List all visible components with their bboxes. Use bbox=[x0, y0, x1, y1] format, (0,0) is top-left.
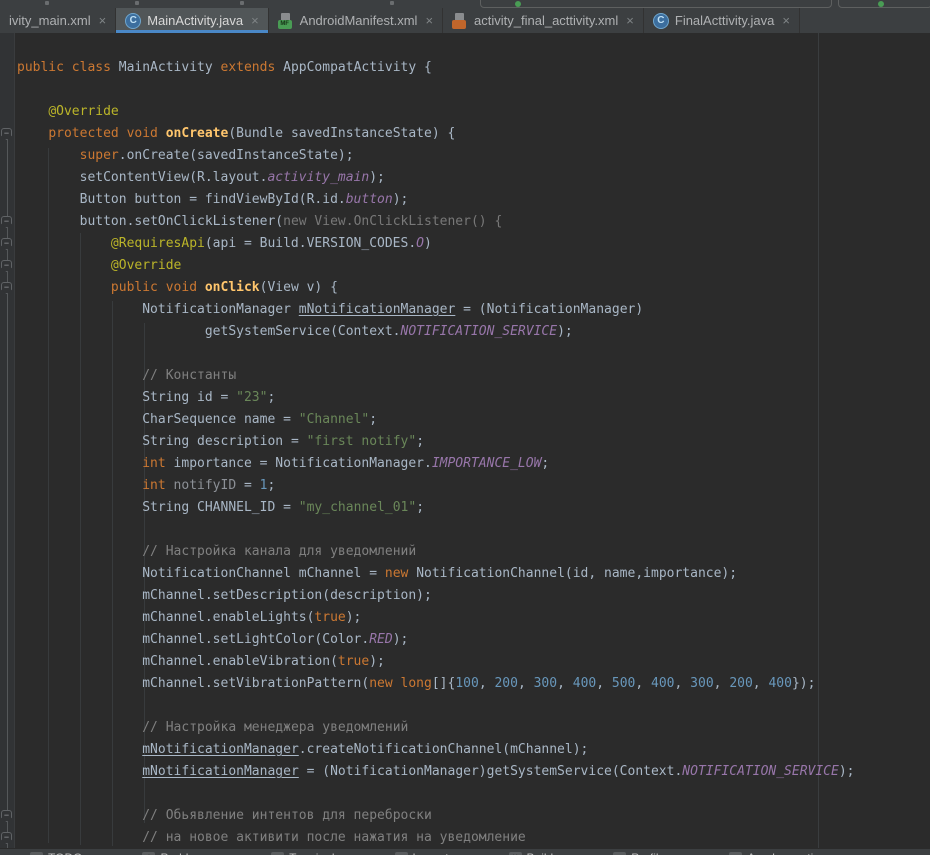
tool-window-button-profiler[interactable]: ◔ Profiler bbox=[613, 851, 669, 855]
tool-window-button-logcat[interactable]: ▤ Logcat bbox=[395, 851, 449, 855]
editor-tab-mainactivity-java[interactable]: C MainActivity.java × bbox=[116, 8, 268, 33]
code-line-11: public void onClick(View v) { bbox=[17, 277, 855, 299]
code-line-34 bbox=[17, 783, 855, 805]
app-inspection-icon: ▣ bbox=[729, 852, 742, 855]
fold-marker-icon[interactable]: − bbox=[1, 128, 12, 140]
tool-window-button-app-inspection[interactable]: ▣ App Inspection bbox=[729, 851, 826, 855]
code-text[interactable]: public class MainActivity extends AppCom… bbox=[17, 57, 855, 848]
code-line-22 bbox=[17, 519, 855, 541]
todo-icon: ≡ bbox=[30, 852, 43, 855]
tool-window-button-todo[interactable]: ≡ TODO bbox=[30, 851, 82, 855]
code-line-19: int importance = NotificationManager.IMP… bbox=[17, 453, 855, 475]
code-line-10: @Override bbox=[17, 255, 855, 277]
code-line-14 bbox=[17, 343, 855, 365]
code-line-28: mChannel.enableVibration(true); bbox=[17, 651, 855, 673]
tool-window-button-build[interactable]: ⚒ Build bbox=[509, 851, 554, 855]
code-line-29: mChannel.setVibrationPattern(new long[]{… bbox=[17, 673, 855, 695]
code-line-24: NotificationChannel mChannel = new Notif… bbox=[17, 563, 855, 585]
code-line-21: String CHANNEL_ID = "my_channel_01"; bbox=[17, 497, 855, 519]
toolbar-icon[interactable] bbox=[45, 1, 49, 5]
code-line-4: protected void onCreate(Bundle savedInst… bbox=[17, 123, 855, 145]
fold-marker-icon[interactable]: − bbox=[1, 282, 12, 294]
tab-close-icon[interactable]: × bbox=[425, 14, 433, 27]
code-line-33: mNotificationManager = (NotificationMana… bbox=[17, 761, 855, 783]
code-line-7: Button button = findViewById(R.id.button… bbox=[17, 189, 855, 211]
editor-tab-bar: ivity_main.xml × C MainActivity.java × MF Andr… bbox=[0, 8, 930, 33]
code-line-3: @Override bbox=[17, 101, 855, 123]
code-editor[interactable]: − − − − − − − public class MainActivity extend… bbox=[0, 33, 930, 848]
code-line-23: // Настройка канала для уведомлений bbox=[17, 541, 855, 563]
fold-marker-icon[interactable]: − bbox=[1, 238, 12, 250]
tab-close-icon[interactable]: × bbox=[626, 14, 634, 27]
toolbar-icon[interactable] bbox=[240, 1, 244, 5]
tool-window-label: Problems bbox=[160, 851, 211, 855]
code-line-27: mChannel.setLightColor(Color.RED); bbox=[17, 629, 855, 651]
toolbar-icon[interactable] bbox=[135, 1, 139, 5]
code-line-31: // Настройка менеджера уведомлений bbox=[17, 717, 855, 739]
tool-window-label: Profiler bbox=[631, 851, 669, 855]
code-line-18: String description = "first notify"; bbox=[17, 431, 855, 453]
java-class-icon: C bbox=[653, 13, 669, 29]
tab-close-icon[interactable]: × bbox=[251, 14, 259, 27]
code-line-6: setContentView(R.layout.activity_main); bbox=[17, 167, 855, 189]
tool-window-button-terminal[interactable]: > Terminal bbox=[271, 851, 334, 855]
fold-marker-icon[interactable]: − bbox=[1, 260, 12, 272]
build-icon: ⚒ bbox=[509, 852, 522, 855]
tab-label: activity_final_acttivity.xml bbox=[474, 13, 618, 28]
toolbar-icon[interactable] bbox=[390, 1, 394, 5]
code-line-8: button.setOnClickListener(new View.OnCli… bbox=[17, 211, 855, 233]
terminal-icon: > bbox=[271, 852, 284, 855]
code-line-15: // Константы bbox=[17, 365, 855, 387]
code-line-9: @RequiresApi(api = Build.VERSION_CODES.O… bbox=[17, 233, 855, 255]
run-config-combo[interactable] bbox=[480, 0, 832, 8]
code-line-5: super.onCreate(savedInstanceState); bbox=[17, 145, 855, 167]
editor-tab-activity-final-acttivity-xml[interactable]: activity_final_acttivity.xml × bbox=[443, 8, 644, 33]
editor-tab-androidmanifest-xml[interactable]: MF AndroidManifest.xml × bbox=[269, 8, 443, 33]
tool-window-label: Build bbox=[527, 851, 554, 855]
code-line-30 bbox=[17, 695, 855, 717]
fold-marker-icon[interactable]: − bbox=[1, 832, 12, 844]
code-line-35: // Обьявление интентов для переброски bbox=[17, 805, 855, 827]
manifest-file-icon: MF bbox=[278, 13, 294, 29]
tool-window-label: App Inspection bbox=[747, 851, 826, 855]
tool-window-label: Terminal bbox=[289, 851, 334, 855]
code-line-12: NotificationManager mNotificationManager… bbox=[17, 299, 855, 321]
code-line-16: String id = "23"; bbox=[17, 387, 855, 409]
tab-close-icon[interactable]: × bbox=[782, 14, 790, 27]
tab-label: ivity_main.xml bbox=[9, 13, 91, 28]
run-icon[interactable] bbox=[878, 1, 884, 7]
tab-label: MainActivity.java bbox=[147, 13, 243, 28]
layout-xml-file-icon bbox=[452, 13, 468, 29]
run-icon[interactable] bbox=[515, 1, 521, 7]
tool-window-button-problems[interactable]: ! Problems bbox=[142, 851, 211, 855]
code-line-13: getSystemService(Context.NOTIFICATION_SE… bbox=[17, 321, 855, 343]
logcat-icon: ▤ bbox=[395, 852, 408, 855]
editor-tab-finalacttivity-java[interactable]: C FinalActtivity.java × bbox=[644, 8, 800, 33]
profiler-icon: ◔ bbox=[613, 852, 626, 855]
tool-window-bar: ≡ TODO! Problems > Terminal ▤ Logcat ⚒ Build ◔ Pro… bbox=[0, 848, 930, 855]
code-line-32: mNotificationManager.createNotificationC… bbox=[17, 739, 855, 761]
code-line-2 bbox=[17, 79, 855, 101]
code-line-20: int notifyID = 1; bbox=[17, 475, 855, 497]
java-class-icon: C bbox=[125, 13, 141, 29]
code-line-25: mChannel.setDescription(description); bbox=[17, 585, 855, 607]
fold-marker-icon[interactable]: − bbox=[1, 216, 12, 228]
problems-icon: ! bbox=[142, 852, 155, 855]
code-line-17: CharSequence name = "Channel"; bbox=[17, 409, 855, 431]
code-line-26: mChannel.enableLights(true); bbox=[17, 607, 855, 629]
code-line-1: public class MainActivity extends AppCom… bbox=[17, 57, 855, 79]
tool-window-label: TODO bbox=[48, 851, 82, 855]
android-studio-window: ivity_main.xml × C MainActivity.java × MF Andr… bbox=[0, 0, 930, 855]
tool-window-label: Logcat bbox=[413, 851, 449, 855]
tab-label: AndroidManifest.xml bbox=[300, 13, 418, 28]
editor-gutter[interactable]: − − − − − − − bbox=[0, 33, 15, 848]
editor-tab-ivity-main-xml[interactable]: ivity_main.xml × bbox=[0, 8, 116, 33]
code-line-36: // на новое активити после нажатия на ув… bbox=[17, 827, 855, 848]
tab-close-icon[interactable]: × bbox=[99, 14, 107, 27]
fold-marker-icon[interactable]: − bbox=[1, 810, 12, 822]
device-selector[interactable] bbox=[838, 0, 930, 8]
tab-label: FinalActtivity.java bbox=[675, 13, 774, 28]
